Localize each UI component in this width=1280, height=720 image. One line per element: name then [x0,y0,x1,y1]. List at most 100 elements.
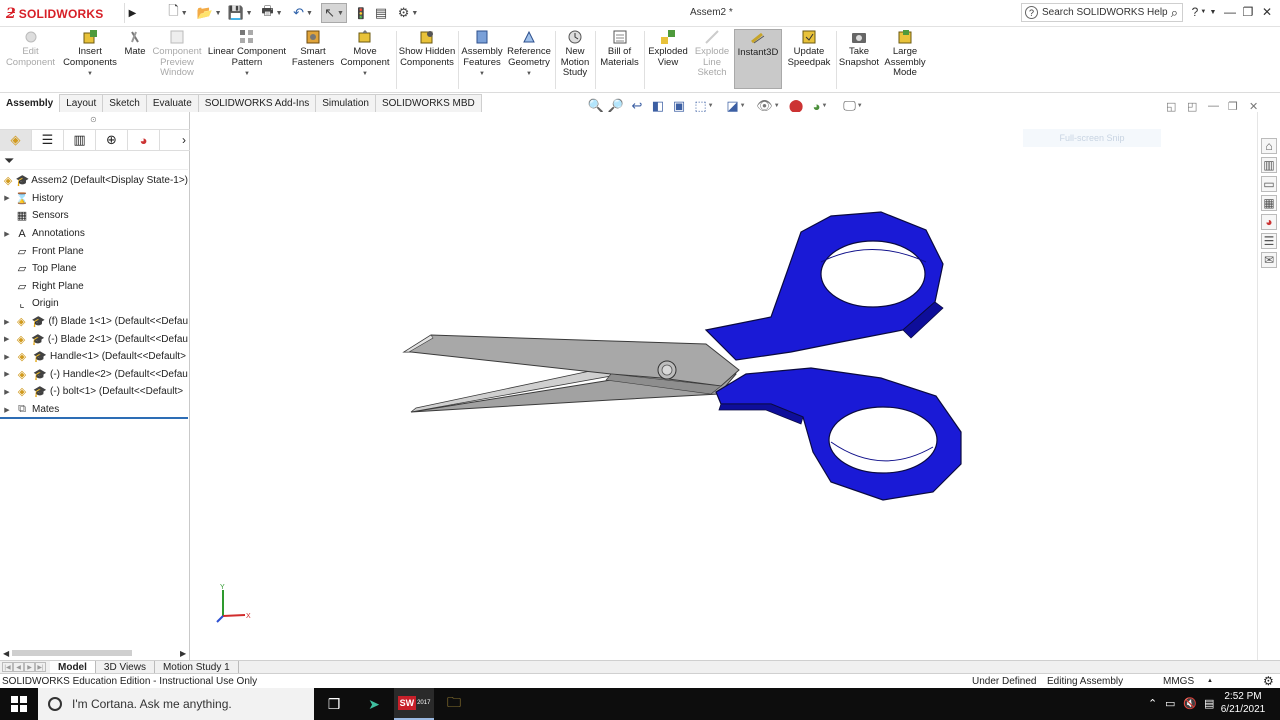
save-button[interactable]: 💾 ▼ [227,3,253,23]
expand-arrow-icon[interactable]: ▶ [0,318,14,326]
tree-item-handle-2[interactable]: ▶ ◈ 🎓 (-) Handle<2> (Default<<Defau [0,366,188,384]
minimize-button[interactable]: — [1222,3,1238,21]
view-palette-icon[interactable]: ▦ [1261,195,1277,211]
viewport-minimize-icon[interactable]: — [1208,100,1219,112]
display-manager-tab[interactable]: ◕ [128,129,160,151]
tree-item-origin[interactable]: ⌞ Origin [0,295,188,313]
tree-item-blade-1[interactable]: ▶ ◈ 🎓 (f) Blade 1<1> (Default<<Defau [0,313,188,331]
insert-components-button[interactable]: Insert Components ▼ [60,29,120,91]
smart-fasteners-button[interactable]: Smart Fasteners [290,29,336,91]
collapse-menu-chevron-icon[interactable]: ▼ [1208,3,1218,21]
taskbar-app-file-explorer[interactable]: 🗀 [434,688,474,720]
expand-arrow-icon[interactable]: ▶ [0,406,14,414]
print-button[interactable]: 🖶 ▼ [258,3,286,23]
bolt[interactable] [657,360,677,380]
chevron-right-icon[interactable]: › [182,133,186,147]
tab-solidworks-mbd[interactable]: SOLIDWORKS MBD [375,94,482,112]
custom-properties-icon[interactable]: ☰ [1261,233,1277,249]
tab-3d-views[interactable]: 3D Views [96,660,155,674]
close-button[interactable]: ✕ [1258,3,1276,21]
rebuild-button[interactable]: 🚦 [354,3,368,23]
linear-component-pattern-button[interactable]: Linear Component Pattern ▼ [205,29,289,91]
network-icon[interactable]: ▭ [1165,697,1175,710]
expand-arrow-icon[interactable]: ▶ [0,388,14,396]
undo-button[interactable]: ↶ ▼ [290,3,316,23]
file-properties-button[interactable]: ▤ [373,3,389,23]
tree-root[interactable]: ◈ 🎓 Assem2 (Default<Display State-1>) [0,172,188,190]
edit-component-button[interactable]: Edit Component [2,29,59,91]
appearances-icon[interactable]: ◕ [1261,214,1277,230]
tab-evaluate[interactable]: Evaluate [146,94,199,112]
first-tab-icon[interactable]: |◀ [2,662,13,672]
bill-of-materials-button[interactable]: Bill of Materials [597,29,642,91]
tree-item-bolt[interactable]: ▶ ◈ 🎓 (-) bolt<1> (Default<<Default> [0,383,188,401]
rollback-bar[interactable] [0,417,188,419]
feature-manager-tab[interactable]: ◈ [0,129,32,151]
last-tab-icon[interactable]: ▶| [35,662,46,672]
expand-arrow-icon[interactable]: ▶ [0,353,14,361]
next-tab-icon[interactable]: ▶ [24,662,35,672]
update-speedpak-button[interactable]: Update Speedpak [786,29,832,91]
tray-overflow-icon[interactable]: ⌃ [1148,697,1157,710]
tab-solidworks-add-ins[interactable]: SOLIDWORKS Add-Ins [198,94,317,112]
take-snapshot-button[interactable]: Take Snapshot [838,29,880,91]
volume-mute-icon[interactable]: 🔇 [1183,697,1197,710]
help-search-box[interactable]: ? Search SOLIDWORKS Help ⌕ [1021,3,1183,22]
cortana-search-box[interactable]: I'm Cortana. Ask me anything. [38,688,314,720]
expand-arrow-icon[interactable]: ▶ [0,335,13,343]
scroll-right-icon[interactable]: ▶ [180,649,186,658]
assembly-features-button[interactable]: Assembly Features ▼ [460,29,504,91]
expand-arrow-icon[interactable]: ▶ [0,194,14,202]
configuration-manager-tab[interactable]: ▥ [64,129,96,151]
taskbar-app-visual-studio[interactable]: ➤ [354,688,394,720]
tab-model[interactable]: Model [50,660,96,674]
tab-motion-study-1[interactable]: Motion Study 1 [155,660,239,674]
exploded-view-button[interactable]: Exploded View [646,29,690,91]
prev-tab-icon[interactable]: ◀ [13,662,24,672]
expand-arrow-icon[interactable]: ▶ [0,370,14,378]
menu-expand-arrow-icon[interactable]: ▶ [124,3,140,23]
design-library-icon[interactable]: ▥ [1261,157,1277,173]
solidworks-logo[interactable]: ƻ SOLIDWORKS [6,3,122,25]
restore-button[interactable]: ❐ [1240,3,1256,21]
tree-item-handle-1[interactable]: ▶ ◈ 🎓 Handle<1> (Default<<Default> [0,348,188,366]
mate-button[interactable]: Mate [121,29,149,91]
tree-item-right-plane[interactable]: ▱ Right Plane [0,278,188,296]
expand-arrow-icon[interactable]: ▶ [0,230,14,238]
scissors-model[interactable] [191,112,1257,660]
explode-line-sketch-button[interactable]: Explode Line Sketch [691,29,733,91]
dimxpert-manager-tab[interactable]: ⊕ [96,129,128,151]
tree-item-blade-2[interactable]: ▶ ◈ 🎓 (-) Blade 2<1> (Default<<Defau [0,330,188,348]
file-explorer-icon[interactable]: ▭ [1261,176,1277,192]
new-motion-study-button[interactable]: New Motion Study [557,29,593,91]
open-document-button[interactable]: 📂 ▼ [195,3,223,23]
windows-start-button[interactable] [0,688,38,720]
tab-simulation[interactable]: Simulation [316,94,376,112]
tree-item-history[interactable]: ▶ ⌛ History [0,190,188,208]
tree-horizontal-scrollbar[interactable]: ◀ ▶ [0,647,188,659]
taskbar-app-solidworks[interactable]: SW 2017 [394,688,434,720]
pane-splitter-handle[interactable]: ⊙ [90,115,97,124]
scroll-left-icon[interactable]: ◀ [3,649,9,658]
tree-item-sensors[interactable]: ▦ Sensors [0,207,188,225]
tree-item-top-plane[interactable]: ▱ Top Plane [0,260,188,278]
show-hidden-components-button[interactable]: Show Hidden Components [398,29,456,91]
new-document-button[interactable]: 🗋 ▼ [165,3,191,23]
tab-layout[interactable]: Layout [60,94,104,112]
reference-geometry-button[interactable]: Reference Geometry ▼ [505,29,553,91]
units-selector[interactable]: MMGS [1163,676,1194,687]
blade-1[interactable] [402,334,740,395]
tab-assembly[interactable]: Assembly [0,94,61,112]
move-component-button[interactable]: Move Component ▼ [337,29,393,91]
options-button[interactable]: ⚙ ▼ [394,3,422,23]
task-view-button[interactable]: ❒ [314,688,354,720]
cortana-search-input[interactable]: I'm Cortana. Ask me anything. [72,697,232,711]
graphics-area[interactable]: Full-screen Snip Y X [191,112,1257,660]
help-search-input[interactable]: Search SOLIDWORKS Help [1042,7,1168,18]
tree-item-mates[interactable]: ▶ ⧉ Mates [0,401,188,419]
system-clock[interactable]: 2:52 PM 6/21/2021 [1218,690,1268,716]
notifications-icon[interactable]: ▤ [1204,697,1214,710]
handle-1[interactable] [704,211,944,361]
tree-item-front-plane[interactable]: ▱ Front Plane [0,242,188,260]
filter-funnel-icon[interactable]: ⏷ [4,153,14,169]
